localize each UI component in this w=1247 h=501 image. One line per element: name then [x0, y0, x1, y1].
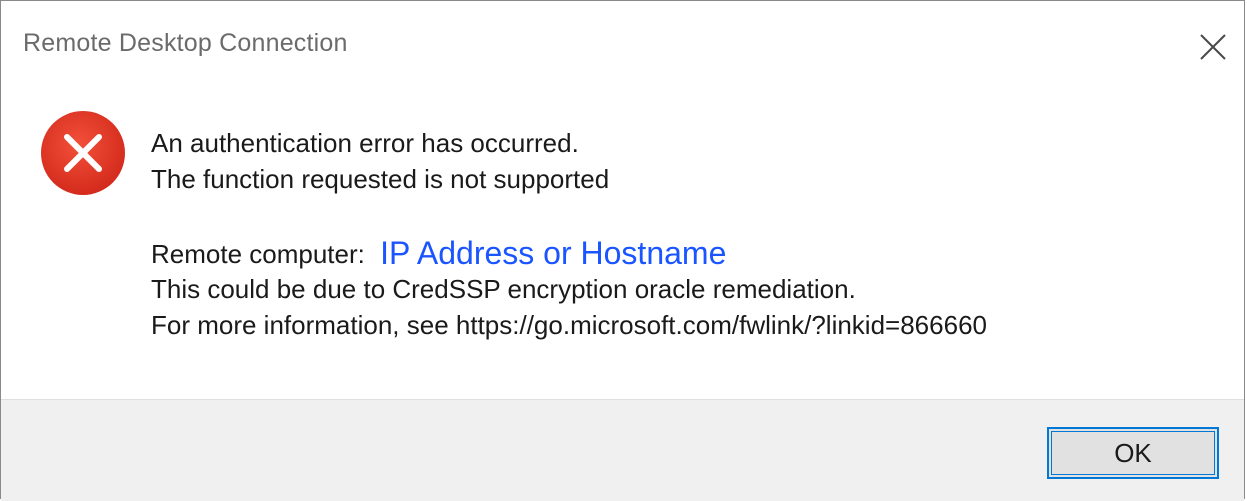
remote-computer-label: Remote computer:	[151, 239, 365, 269]
ok-button-label: OK	[1114, 437, 1152, 468]
detail-line-1: This could be due to CredSSP encryption …	[151, 274, 856, 304]
remote-computer-row: Remote computer: IP Address or Hostname	[151, 235, 987, 271]
close-icon	[1200, 34, 1226, 60]
close-button[interactable]	[1188, 17, 1238, 75]
window-title: Remote Desktop Connection	[23, 29, 348, 57]
dialog-content: An authentication error has occurred. Th…	[1, 89, 1244, 399]
error-icon	[41, 111, 125, 195]
dialog-footer: OK	[1, 399, 1244, 501]
ok-button[interactable]: OK	[1047, 427, 1219, 479]
error-message-line-2: The function requested is not supported	[151, 164, 610, 194]
detail-line-2: For more information, see https://go.mic…	[151, 310, 987, 340]
remote-computer-value: IP Address or Hostname	[380, 235, 727, 271]
rdp-error-dialog: Remote Desktop Connection An authenticat…	[0, 0, 1245, 501]
title-bar[interactable]: Remote Desktop Connection	[1, 1, 1244, 89]
message-block: An authentication error has occurred. Th…	[151, 125, 987, 343]
error-message-line-1: An authentication error has occurred.	[151, 128, 579, 158]
